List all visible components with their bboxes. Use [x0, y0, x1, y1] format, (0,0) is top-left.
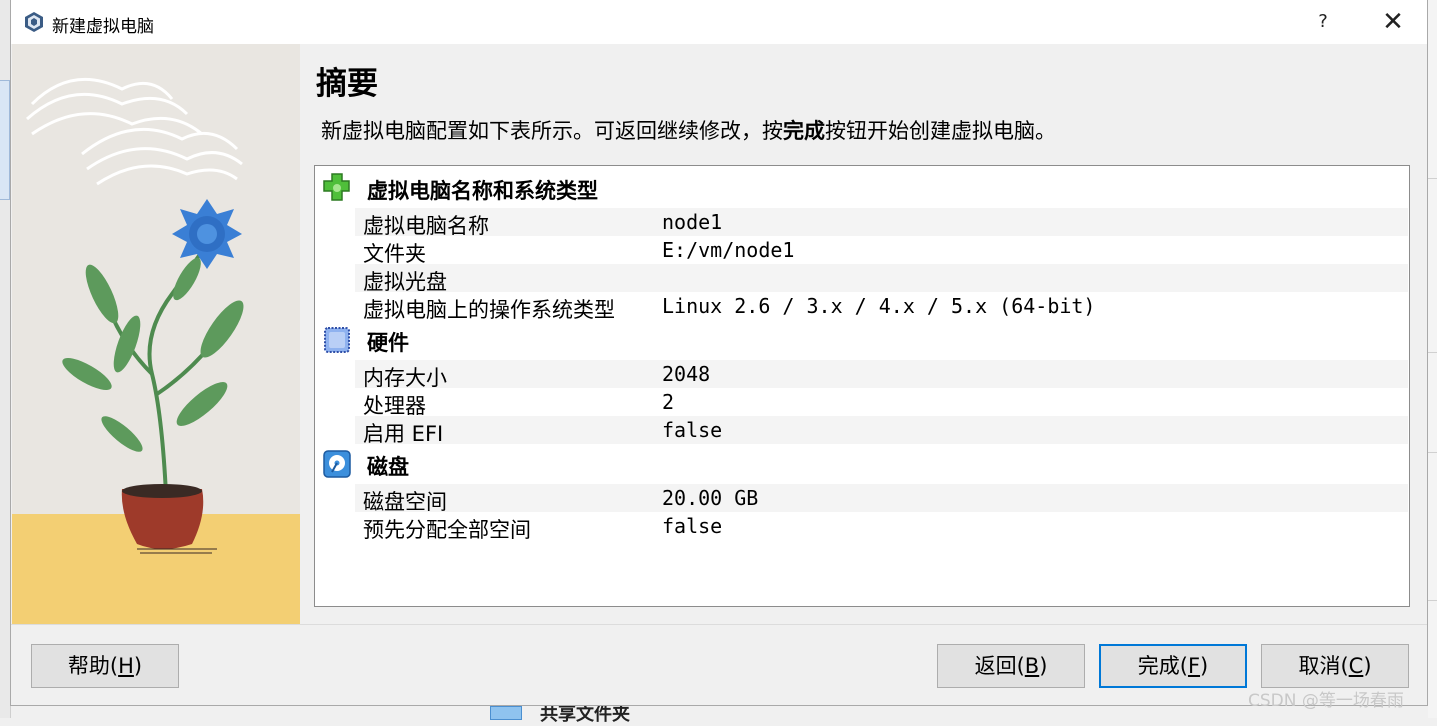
table-row: 虚拟电脑名称 node1: [355, 208, 1408, 238]
row-value: 2048: [662, 362, 711, 386]
new-vm-dialog: 新建虚拟电脑 ? ✕ 摘要 新虚拟电脑配置如下表所示。可返回继续修改，按完成按钮…: [10, 0, 1428, 706]
summary-table: 虚拟电脑名称和系统类型 虚拟电脑名称 node1 文件夹 E:/vm/node1…: [314, 165, 1410, 607]
background-shared-folder: 共享文件夹: [470, 704, 730, 725]
row-value: E:/vm/node1: [662, 238, 795, 262]
wizard-illustration: [12, 44, 300, 624]
row-value: Linux 2.6 / 3.x / 4.x / 5.x (64-bit): [662, 294, 1096, 318]
back-button[interactable]: 返回(B): [937, 644, 1085, 688]
table-row: 预先分配全部空间 false: [355, 512, 1408, 542]
section-title-hardware: 硬件: [367, 331, 409, 355]
row-value: false: [662, 418, 723, 442]
table-row: 启用 EFI false: [355, 416, 1408, 446]
footer-divider: [11, 624, 1427, 625]
section-title-disk: 磁盘: [367, 455, 409, 479]
row-label: 预先分配全部空间: [363, 518, 531, 542]
row-value: 2: [662, 390, 675, 414]
row-value: false: [662, 514, 723, 538]
page-description: 新虚拟电脑配置如下表所示。可返回继续修改，按完成按钮开始创建虚拟电脑。: [321, 119, 1056, 143]
title-bar: 新建虚拟电脑 ? ✕: [11, 0, 1427, 44]
background-tab: [0, 80, 10, 200]
hard-disk-icon: [323, 450, 351, 478]
close-button[interactable]: ✕: [1371, 6, 1415, 38]
background-window-edge-right: [1428, 0, 1437, 718]
table-row: 磁盘空间 20.00 GB: [355, 484, 1408, 514]
watermark: CSDN @等一场春雨: [1248, 691, 1404, 711]
table-row: 文件夹 E:/vm/node1: [355, 236, 1408, 266]
finish-button[interactable]: 完成(F): [1099, 644, 1247, 688]
table-row: 内存大小 2048: [355, 360, 1408, 390]
virtualbox-icon: [25, 12, 43, 32]
section-general: 虚拟电脑名称和系统类型: [315, 167, 1409, 207]
table-row: 虚拟光盘: [355, 264, 1408, 294]
cancel-button[interactable]: 取消(C): [1261, 644, 1409, 688]
section-disk: 磁盘: [315, 443, 1409, 483]
chip-icon: [324, 327, 350, 353]
section-hardware: 硬件: [315, 319, 1409, 359]
green-puzzle-icon: [323, 173, 350, 201]
help-button[interactable]: 帮助(H): [31, 644, 179, 688]
row-value: node1: [662, 210, 723, 234]
row-value: 20.00 GB: [662, 486, 759, 510]
section-title-general: 虚拟电脑名称和系统类型: [367, 179, 598, 203]
window-title: 新建虚拟电脑: [52, 17, 154, 37]
page-title: 摘要: [316, 66, 378, 102]
table-row: 虚拟电脑上的操作系统类型 Linux 2.6 / 3.x / 4.x / 5.x…: [355, 292, 1408, 322]
context-help-button[interactable]: ?: [1309, 8, 1337, 36]
table-row: 处理器 2: [355, 388, 1408, 418]
